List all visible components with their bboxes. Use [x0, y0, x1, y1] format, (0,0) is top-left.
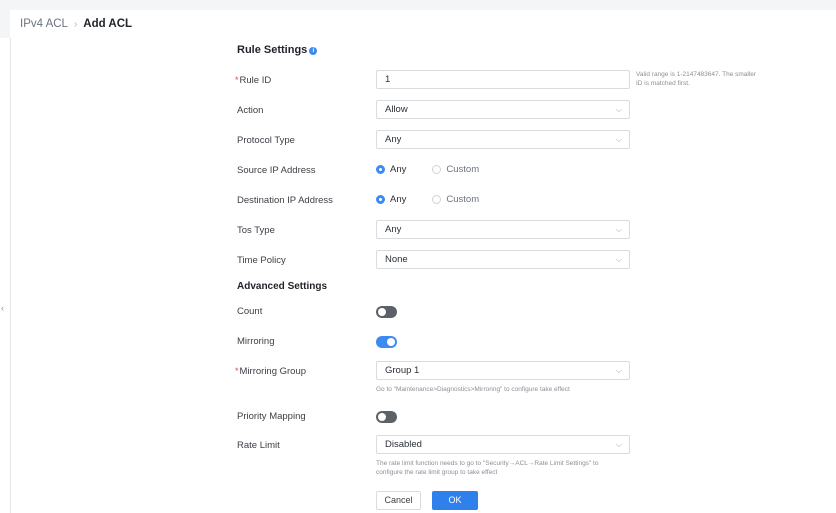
chevron-down-icon: ⌵ — [615, 255, 622, 264]
source-ip-custom-radio[interactable] — [432, 165, 442, 174]
toggle-knob — [387, 338, 395, 346]
breadcrumb-root[interactable]: IPv4 ACL — [20, 18, 68, 30]
rate-limit-label: Rate Limit — [237, 440, 280, 451]
required-marker: * — [235, 75, 239, 85]
tos-type-label: Tos Type — [237, 225, 275, 236]
protocol-type-select[interactable]: Any ⌵ — [376, 130, 630, 149]
time-policy-select-value: None — [385, 254, 408, 265]
source-ip-radio-group: Any Custom — [376, 164, 479, 175]
action-select-value: Allow — [385, 104, 408, 115]
rule-id-label: *Rule ID — [235, 75, 271, 86]
count-label: Count — [237, 306, 263, 317]
mirroring-group-hint: Go to "Maintenance>Diagnostics>Mirroring… — [376, 386, 570, 393]
rule-id-hint-line1: Valid range is 1-2147483647. The smaller — [636, 71, 757, 78]
mirroring-label: Mirroring — [237, 336, 275, 347]
main-content: Rule Settingsi *Rule ID Valid range is 1… — [11, 38, 836, 513]
chevron-down-icon: ⌵ — [615, 105, 622, 114]
destination-ip-any-radio[interactable] — [376, 195, 385, 204]
time-policy-label: Time Policy — [237, 255, 286, 266]
source-ip-any-label[interactable]: Any — [390, 164, 406, 175]
rule-settings-title: Rule Settings i — [237, 44, 318, 56]
tos-type-select[interactable]: Any ⌵ — [376, 220, 630, 239]
rule-settings-title-text: Rule Settings — [237, 44, 308, 56]
mirroring-toggle[interactable] — [376, 336, 397, 348]
rule-id-field[interactable] — [376, 70, 630, 89]
chevron-down-icon: ⌵ — [615, 440, 622, 449]
priority-mapping-label: Priority Mapping — [237, 411, 306, 422]
chevron-left-icon[interactable]: ‹ — [1, 303, 4, 313]
rule-id-hint-line2: ID is matched first. — [636, 80, 690, 87]
mirroring-group-label: *Mirroring Group — [235, 366, 306, 377]
left-sidebar: ‹ — [0, 38, 11, 513]
destination-ip-label: Destination IP Address — [237, 195, 333, 206]
mirroring-group-select-value: Group 1 — [385, 365, 420, 376]
destination-ip-custom-radio[interactable] — [432, 195, 442, 204]
action-select[interactable]: Allow ⌵ — [376, 100, 630, 119]
destination-ip-custom-label[interactable]: Custom — [446, 194, 479, 205]
breadcrumb: IPv4 ACL › Add ACL — [10, 10, 836, 39]
mirroring-group-select[interactable]: Group 1 ⌵ — [376, 361, 630, 380]
breadcrumb-current: Add ACL — [83, 18, 133, 30]
chevron-down-icon: ⌵ — [615, 135, 622, 144]
rule-id-label-text: Rule ID — [239, 75, 272, 86]
protocol-type-select-value: Any — [385, 134, 402, 145]
rule-id-input[interactable] — [385, 71, 629, 88]
rate-limit-hint-line2: configure the rate limit group to take e… — [376, 469, 498, 476]
source-ip-custom-label[interactable]: Custom — [446, 164, 479, 175]
cancel-button[interactable]: Cancel — [376, 491, 421, 510]
rate-limit-hint-line1: The rate limit function needs to go to "… — [376, 460, 599, 467]
toggle-knob — [378, 413, 386, 421]
info-icon[interactable]: i — [309, 47, 318, 55]
protocol-type-label: Protocol Type — [237, 135, 295, 146]
tos-type-select-value: Any — [385, 224, 402, 235]
advanced-settings-title: Advanced Settings — [237, 281, 328, 292]
action-label: Action — [237, 105, 264, 116]
required-marker: * — [235, 366, 239, 376]
mirroring-group-label-text: Mirroring Group — [239, 366, 307, 377]
chevron-down-icon: ⌵ — [615, 225, 622, 234]
rate-limit-hint: The rate limit function needs to go to "… — [376, 459, 598, 477]
toggle-knob — [378, 308, 386, 316]
destination-ip-radio-group: Any Custom — [376, 194, 479, 205]
rate-limit-select[interactable]: Disabled ⌵ — [376, 435, 630, 454]
source-ip-label: Source IP Address — [237, 165, 316, 176]
breadcrumb-separator-icon: › — [73, 18, 78, 30]
count-toggle[interactable] — [376, 306, 397, 318]
ok-button[interactable]: OK — [432, 491, 478, 510]
rule-id-hint: Valid range is 1-2147483647. The smaller… — [636, 70, 756, 88]
priority-mapping-toggle[interactable] — [376, 411, 397, 423]
time-policy-select[interactable]: None ⌵ — [376, 250, 630, 269]
rate-limit-select-value: Disabled — [385, 439, 422, 450]
destination-ip-any-label[interactable]: Any — [390, 194, 406, 205]
source-ip-any-radio[interactable] — [376, 165, 385, 174]
chevron-down-icon: ⌵ — [615, 366, 622, 375]
